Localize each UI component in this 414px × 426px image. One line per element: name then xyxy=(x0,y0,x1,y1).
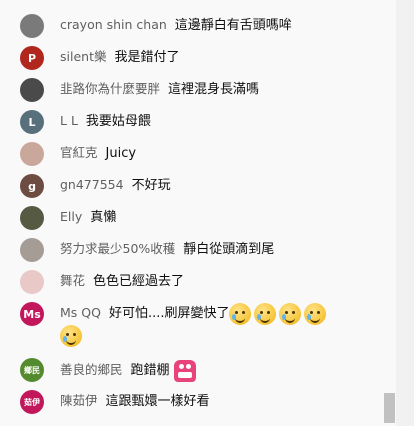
avatar[interactable]: Ms xyxy=(20,302,44,326)
author-name[interactable]: 官紅克 xyxy=(60,145,98,160)
message-text: 真懶 xyxy=(90,210,117,225)
scrollbar-thumb[interactable] xyxy=(384,393,395,423)
message-text: 跑錯棚 xyxy=(130,363,170,378)
avatar[interactable] xyxy=(20,270,44,294)
crying-smile-emoji-icon xyxy=(304,302,327,325)
avatar[interactable]: g xyxy=(20,174,44,198)
avatar[interactable] xyxy=(20,142,44,166)
author-name[interactable]: Ms QQ xyxy=(60,305,101,320)
crying-smile-emoji-icon xyxy=(60,325,82,347)
message-text: 我要姑母餵 xyxy=(85,114,151,129)
message-text: 靜白從頭滴到尾 xyxy=(183,242,275,257)
avatar[interactable]: P xyxy=(20,46,44,70)
avatar[interactable]: L xyxy=(20,110,44,134)
avatar[interactable]: 鄉民 xyxy=(20,358,44,382)
avatar[interactable] xyxy=(20,238,44,262)
pink-monster-emoji-icon xyxy=(173,359,196,382)
live-chat-feed: crayon shin chan 這邊靜白有舌頭嗎哞 P silent樂 我是錯付了… xyxy=(0,0,396,426)
author-name[interactable]: 舞花 xyxy=(60,273,85,288)
crying-smile-emoji-icon xyxy=(229,302,252,325)
author-name[interactable]: 努力求最少50%收穫 xyxy=(60,241,175,256)
author-name[interactable]: silent樂 xyxy=(60,49,106,64)
message-text: 我是錯付了 xyxy=(114,50,180,65)
message-text: 好可怕....刷屏變快了 xyxy=(108,306,230,321)
author-name[interactable]: gn477554 xyxy=(60,177,124,192)
author-name[interactable]: L L xyxy=(60,113,78,128)
message-text: 這邊靜白有舌頭嗎哞 xyxy=(174,18,292,33)
author-name[interactable]: Elly xyxy=(60,209,82,224)
message-text: 這跟甄嬛一樣好看 xyxy=(105,394,210,409)
crying-smile-emoji-icon xyxy=(254,302,277,325)
author-name[interactable]: 善良的鄉民 xyxy=(60,362,123,377)
message-text: 不好玩 xyxy=(131,178,171,193)
author-name[interactable]: 韭路你為什麼要胖 xyxy=(60,81,160,96)
avatar[interactable] xyxy=(20,14,44,38)
scrollbar-track[interactable] xyxy=(396,0,414,426)
avatar[interactable]: 茹伊 xyxy=(20,390,44,414)
message-text: 色色已經過去了 xyxy=(93,274,185,289)
crying-smile-emoji-icon xyxy=(279,302,302,325)
author-name[interactable]: 陳茹伊 xyxy=(60,393,98,408)
message-text: Juicy xyxy=(105,146,137,161)
avatar[interactable] xyxy=(20,206,44,230)
author-name[interactable]: crayon shin chan xyxy=(60,17,167,32)
message-text: 這裡混身長滿嗎 xyxy=(168,82,260,97)
avatar[interactable] xyxy=(20,78,44,102)
